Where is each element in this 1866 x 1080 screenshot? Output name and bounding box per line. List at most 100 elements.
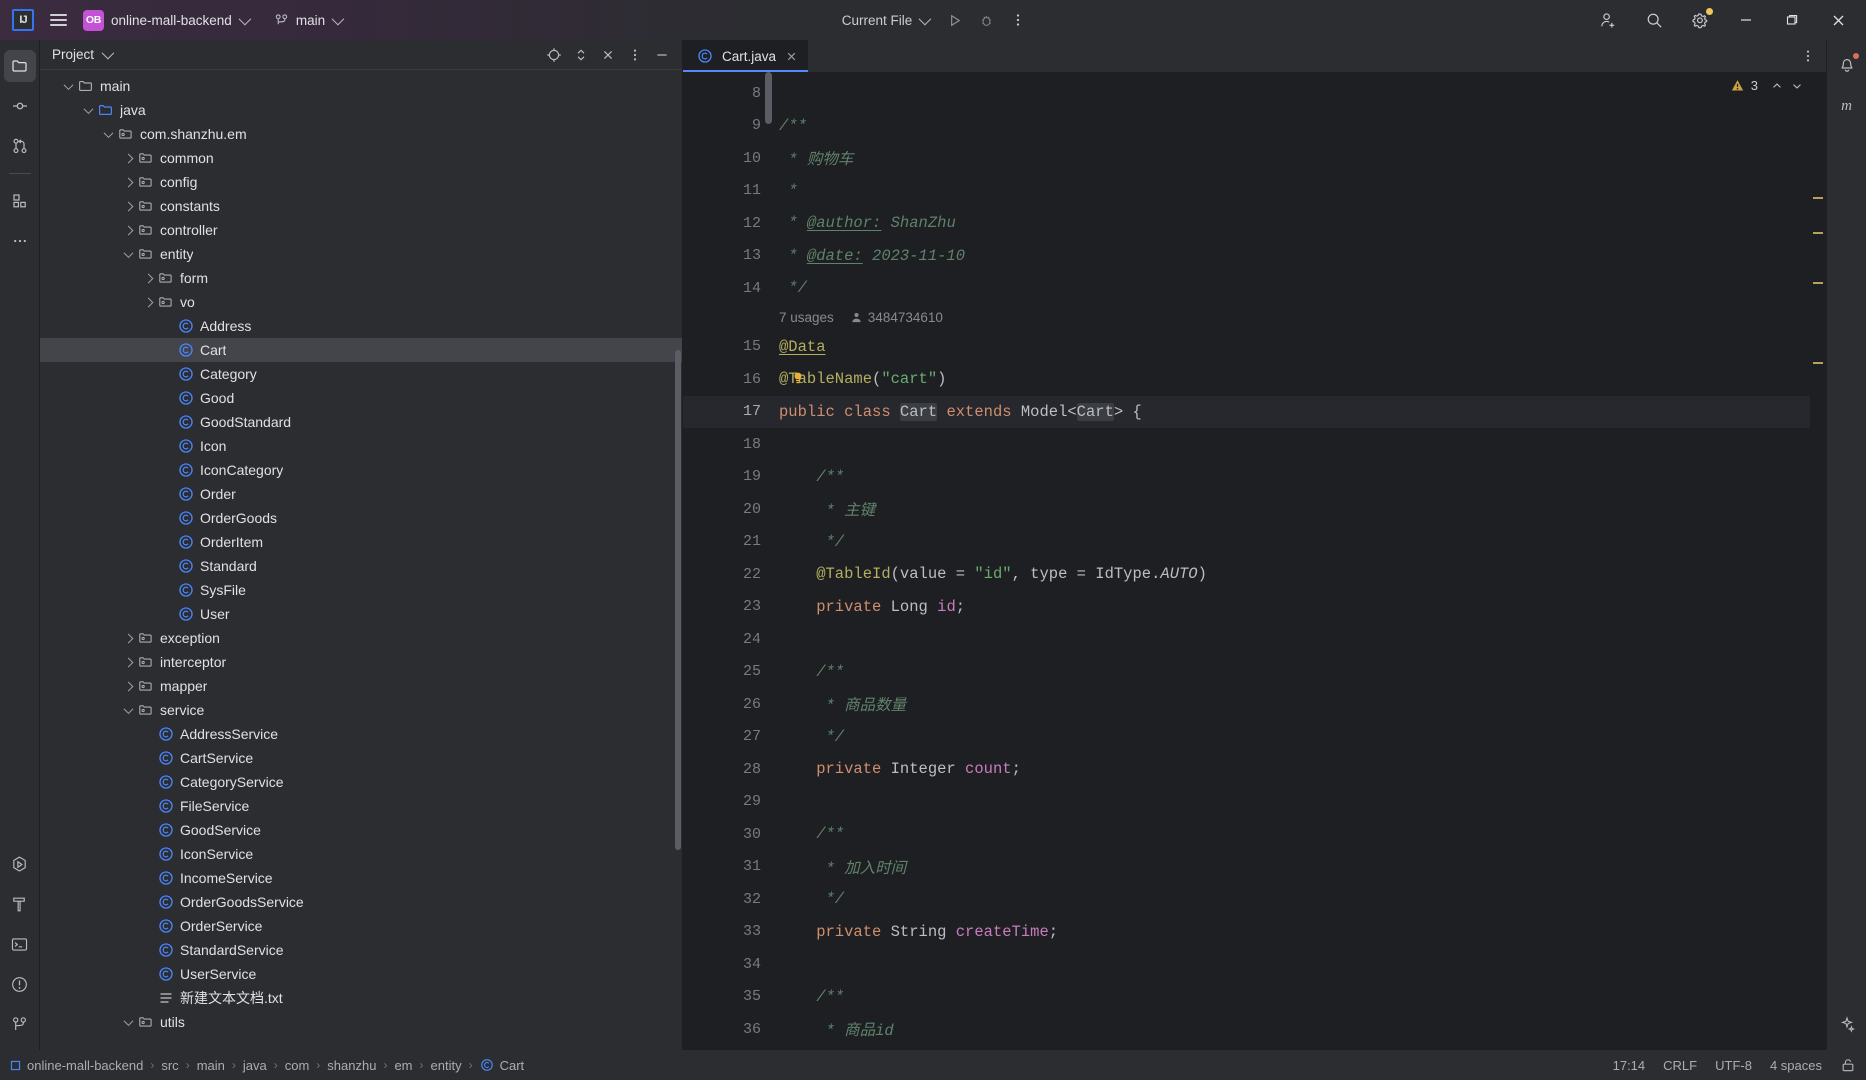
tree-row[interactable]: OrderGoods [40, 506, 682, 530]
close-icon[interactable] [783, 48, 799, 64]
sidebar-item-structure[interactable] [4, 185, 36, 217]
more-actions-button[interactable] [1004, 6, 1032, 34]
breadcrumb-item[interactable]: entity [431, 1058, 462, 1073]
chevron-down-icon[interactable] [100, 126, 116, 142]
debug-button[interactable] [972, 6, 1000, 34]
expand-collapse-button[interactable] [569, 43, 593, 67]
line-separator[interactable]: CRLF [1663, 1058, 1697, 1073]
tree-row[interactable]: User [40, 602, 682, 626]
chevron-right-icon[interactable] [120, 654, 136, 670]
tree-row[interactable]: form [40, 266, 682, 290]
tree-row[interactable]: controller [40, 218, 682, 242]
chevron-down-icon[interactable] [120, 702, 136, 718]
markup-warning-mark[interactable] [1813, 282, 1823, 284]
code-editor[interactable]: 8 9/** 10 * 购物车 11 * 12 * @author: ShanZhu 13… [683, 72, 1826, 1050]
main-menu-button[interactable] [44, 6, 72, 34]
code-line[interactable]: 28 private Integer count; [683, 753, 1826, 786]
author-hint[interactable]: 3484734610 [850, 310, 943, 325]
code-line[interactable]: 8 [683, 77, 1826, 110]
code-line[interactable]: 26 * 商品数量 [683, 688, 1826, 721]
sidebar-item-maven[interactable]: m [1831, 90, 1863, 122]
chevron-down-icon[interactable] [60, 78, 76, 94]
minimize-window-button[interactable] [1724, 0, 1768, 40]
code-line[interactable]: 33 private String createTime; [683, 916, 1826, 949]
readonly-toggle[interactable] [1840, 1057, 1856, 1073]
tree-row[interactable]: UserService [40, 962, 682, 986]
project-widget[interactable]: OB online-mall-backend [74, 6, 257, 34]
chevron-down-icon[interactable] [101, 46, 115, 60]
code-line[interactable]: 12 * @author: ShanZhu [683, 207, 1826, 240]
chevron-up-icon[interactable] [1770, 79, 1784, 93]
tree-row[interactable]: AddressService [40, 722, 682, 746]
tree-row[interactable]: Standard [40, 554, 682, 578]
settings-button[interactable] [1678, 0, 1722, 40]
tree-row[interactable]: CategoryService [40, 770, 682, 794]
search-everywhere-button[interactable] [1632, 0, 1676, 40]
code-line[interactable]: 25 /** [683, 656, 1826, 689]
chevron-right-icon[interactable] [120, 150, 136, 166]
maximize-window-button[interactable] [1770, 0, 1814, 40]
code-line[interactable]: 22 @TableId(value = "id", type = IdType.… [683, 558, 1826, 591]
tree-row[interactable]: java [40, 98, 682, 122]
tree-row[interactable]: IconService [40, 842, 682, 866]
code-line[interactable]: 10 * 购物车 [683, 142, 1826, 175]
tree-row[interactable]: GoodService [40, 818, 682, 842]
tree-row[interactable]: main [40, 74, 682, 98]
sidebar-item-more[interactable] [4, 225, 36, 257]
markup-warning-mark[interactable] [1813, 197, 1823, 199]
inspection-widget[interactable]: 3 [1730, 78, 1804, 93]
close-window-button[interactable] [1816, 0, 1860, 40]
code-line[interactable]: 24 [683, 623, 1826, 656]
code-line[interactable]: 29 [683, 786, 1826, 819]
chevron-down-icon[interactable] [120, 246, 136, 262]
project-tree[interactable]: main java com.shanzhu.em common config consta… [40, 70, 682, 1050]
tree-row[interactable]: com.shanzhu.em [40, 122, 682, 146]
code-line[interactable]: 27 */ [683, 721, 1826, 754]
code-line[interactable]: 18 [683, 428, 1826, 461]
tree-row[interactable]: mapper [40, 674, 682, 698]
run-configuration-selector[interactable]: Current File [834, 6, 937, 34]
tree-row[interactable]: SysFile [40, 578, 682, 602]
editor-markup-strip[interactable] [1810, 72, 1826, 1050]
code-line[interactable]: 19 /** [683, 461, 1826, 494]
sidebar-item-pull-requests[interactable] [4, 130, 36, 162]
code-line[interactable]: 11 * [683, 175, 1826, 208]
tree-row[interactable]: IconCategory [40, 458, 682, 482]
chevron-right-icon[interactable] [120, 678, 136, 694]
tree-row[interactable]: Category [40, 362, 682, 386]
tree-row[interactable]: 新建文本文档.txt [40, 986, 682, 1010]
code-line[interactable]: 35 /** [683, 981, 1826, 1014]
tree-row[interactable]: interceptor [40, 650, 682, 674]
chevron-right-icon[interactable] [120, 222, 136, 238]
chevron-down-icon[interactable] [120, 1014, 136, 1030]
tree-row[interactable]: common [40, 146, 682, 170]
chevron-down-icon[interactable] [80, 102, 96, 118]
breadcrumb-item[interactable]: Cart [480, 1058, 524, 1073]
run-button[interactable] [940, 6, 968, 34]
hide-panel-button[interactable] [650, 43, 674, 67]
caret-position[interactable]: 17:14 [1613, 1058, 1646, 1073]
code-line[interactable]: 17 public class Cart extends Model<Cart> … [683, 396, 1826, 429]
chevron-right-icon[interactable] [140, 294, 156, 310]
sidebar-item-version-control[interactable] [4, 1008, 36, 1040]
code-line[interactable]: 32 */ [683, 883, 1826, 916]
tree-row[interactable]: utils [40, 1010, 682, 1034]
editor-options-button[interactable] [1796, 44, 1820, 68]
code-line[interactable]: 13 * @date: 2023-11-10 [683, 240, 1826, 273]
tree-row[interactable]: FileService [40, 794, 682, 818]
tree-row[interactable]: exception [40, 626, 682, 650]
code-line[interactable]: 31 * 加入时间 [683, 851, 1826, 884]
sidebar-item-run[interactable] [4, 848, 36, 880]
tree-row[interactable]: service [40, 698, 682, 722]
breadcrumb-item[interactable]: shanzhu [327, 1058, 376, 1073]
code-line[interactable]: 20 * 主键 [683, 493, 1826, 526]
code-line[interactable]: 23 private Long id; [683, 591, 1826, 624]
chevron-right-icon[interactable] [120, 198, 136, 214]
add-user-button[interactable] [1586, 0, 1630, 40]
sidebar-item-commit[interactable] [4, 90, 36, 122]
code-line[interactable]: 34 [683, 948, 1826, 981]
panel-options-button[interactable] [623, 43, 647, 67]
file-encoding[interactable]: UTF-8 [1715, 1058, 1752, 1073]
code-line[interactable]: 15 @Data [683, 331, 1826, 364]
sidebar-item-project[interactable] [3, 50, 36, 82]
